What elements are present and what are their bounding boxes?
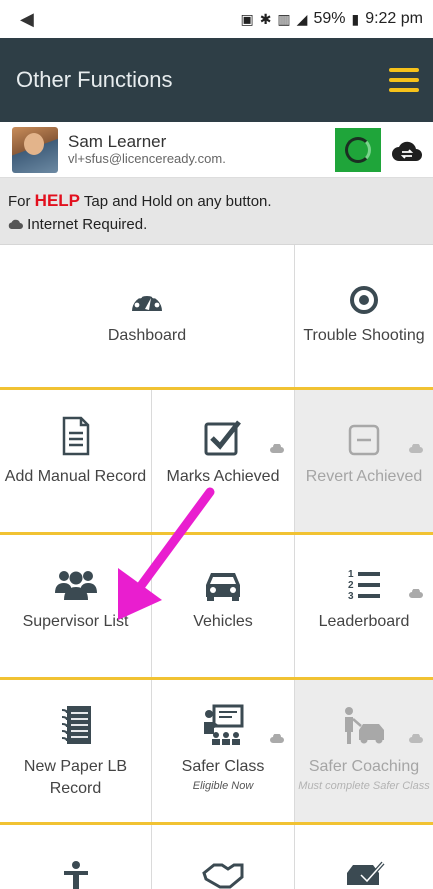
bluetooth-icon: ✱ — [259, 10, 272, 27]
grid-row: Supervisor List Vehicles 1 2 3 Leaderboa… — [0, 535, 433, 680]
cloud-sync-icon[interactable] — [389, 132, 425, 168]
function-grid: Dashboard Trouble Shooting Add Manual Re… — [0, 244, 433, 889]
tile-sublabel: Eligible Now — [192, 779, 254, 792]
navigation-arrow-icon: ◀ — [20, 8, 34, 29]
tile-partial-2[interactable] — [152, 825, 295, 889]
tile-label: Safer Coaching — [308, 758, 420, 775]
person-stretch-icon — [61, 845, 91, 889]
presentation-icon — [202, 702, 244, 746]
users-icon — [53, 557, 99, 601]
car-check-icon — [343, 845, 385, 889]
cloud-icon — [409, 444, 423, 453]
supervisor-list-button[interactable]: Supervisor List — [0, 535, 152, 677]
cloud-icon — [409, 589, 423, 598]
target-icon — [349, 271, 379, 315]
tile-label: Dashboard — [107, 327, 187, 344]
trouble-shooting-button[interactable]: Trouble Shooting — [295, 245, 433, 387]
revert-achieved-button[interactable]: Revert Achieved — [295, 390, 433, 532]
cloud-icon — [8, 219, 23, 229]
tile-label: Vehicles — [193, 613, 253, 630]
tile-label: New Paper LB Record — [23, 758, 128, 797]
status-bar: ◀ ▣ ✱ ▥ ◢ 59% ▮ 9:22 pm — [0, 0, 433, 38]
speedometer-icon — [128, 271, 166, 315]
grid-row: Add Manual Record Marks Achieved Revert … — [0, 390, 433, 535]
car-icon — [203, 557, 243, 601]
marks-achieved-button[interactable]: Marks Achieved — [152, 390, 295, 532]
document-icon — [61, 412, 91, 456]
tile-label: Leaderboard — [318, 613, 410, 630]
internet-required-line: Internet Required. — [8, 214, 425, 236]
signal-icon: ◢ — [296, 10, 308, 27]
svg-text:1: 1 — [348, 569, 354, 580]
hamburger-menu-icon[interactable] — [389, 68, 419, 92]
battery-percent: 59% — [313, 10, 346, 27]
user-info: Sam Learner vl+sfus@licenceready.com. — [68, 132, 226, 166]
grid-row: Dashboard Trouble Shooting — [0, 245, 433, 390]
cloud-icon — [409, 734, 423, 743]
help-keyword: HELP — [34, 191, 81, 210]
svg-text:3: 3 — [348, 591, 354, 601]
help-banner: For HELP Tap and Hold on any button. Int… — [0, 178, 433, 244]
tile-label: Supervisor List — [22, 613, 129, 630]
clock: 9:22 pm — [365, 10, 423, 27]
cloud-icon — [270, 444, 284, 453]
add-manual-record-button[interactable]: Add Manual Record — [0, 390, 152, 532]
leaderboard-button[interactable]: 1 2 3 Leaderboard — [295, 535, 433, 677]
volte-icon: ▥ — [277, 10, 291, 27]
app-bar: Other Functions — [0, 38, 433, 122]
safer-class-button[interactable]: Safer Class Eligible Now — [152, 680, 295, 822]
user-bar: Sam Learner vl+sfus@licenceready.com. — [0, 122, 433, 178]
coaching-car-icon — [341, 702, 387, 746]
handshake-icon — [202, 845, 244, 889]
grid-row: New Paper LB Record Safer Class Eligible… — [0, 680, 433, 825]
cast-icon: ▣ — [240, 10, 254, 27]
tile-label: Revert Achieved — [305, 468, 423, 485]
cloud-icon — [270, 734, 284, 743]
tile-partial-1[interactable] — [0, 825, 152, 889]
grid-row — [0, 825, 433, 889]
tile-partial-3[interactable] — [295, 825, 433, 889]
user-name: Sam Learner — [68, 132, 167, 152]
checkbox-icon — [204, 412, 242, 456]
dashboard-button[interactable]: Dashboard — [0, 245, 295, 387]
ordered-list-icon: 1 2 3 — [346, 557, 382, 601]
internet-required-text: Internet Required. — [27, 215, 148, 233]
help-line: For HELP Tap and Hold on any button. — [8, 189, 425, 214]
minus-square-icon — [348, 412, 380, 456]
app-screen: ◀ ▣ ✱ ▥ ◢ 59% ▮ 9:22 pm Other Functions … — [0, 0, 433, 889]
tile-label: Trouble Shooting — [303, 327, 425, 344]
help-text: Tap and Hold on any button. — [80, 193, 272, 210]
loading-spinner-icon — [345, 136, 371, 163]
help-prefix: For — [8, 193, 35, 210]
tile-label: Marks Achieved — [166, 468, 280, 485]
safer-coaching-button[interactable]: Safer Coaching Must complete Safer Class — [295, 680, 433, 822]
tile-label: Safer Class — [181, 758, 265, 775]
tile-sublabel: Must complete Safer Class — [298, 779, 430, 792]
avatar — [12, 126, 58, 173]
user-email: vl+sfus@licenceready.com. — [68, 150, 226, 166]
battery-icon: ▮ — [351, 10, 360, 27]
notebook-icon — [59, 702, 93, 746]
tile-label: Add Manual Record — [4, 468, 147, 485]
vehicles-button[interactable]: Vehicles — [152, 535, 295, 677]
svg-text:2: 2 — [348, 580, 354, 591]
page-title: Other Functions — [16, 67, 173, 92]
new-paper-lb-record-button[interactable]: New Paper LB Record — [0, 680, 152, 822]
sync-status-button[interactable] — [335, 127, 381, 172]
status-icons: ▣ ✱ ▥ ◢ 59% ▮ 9:22 pm — [240, 10, 423, 28]
